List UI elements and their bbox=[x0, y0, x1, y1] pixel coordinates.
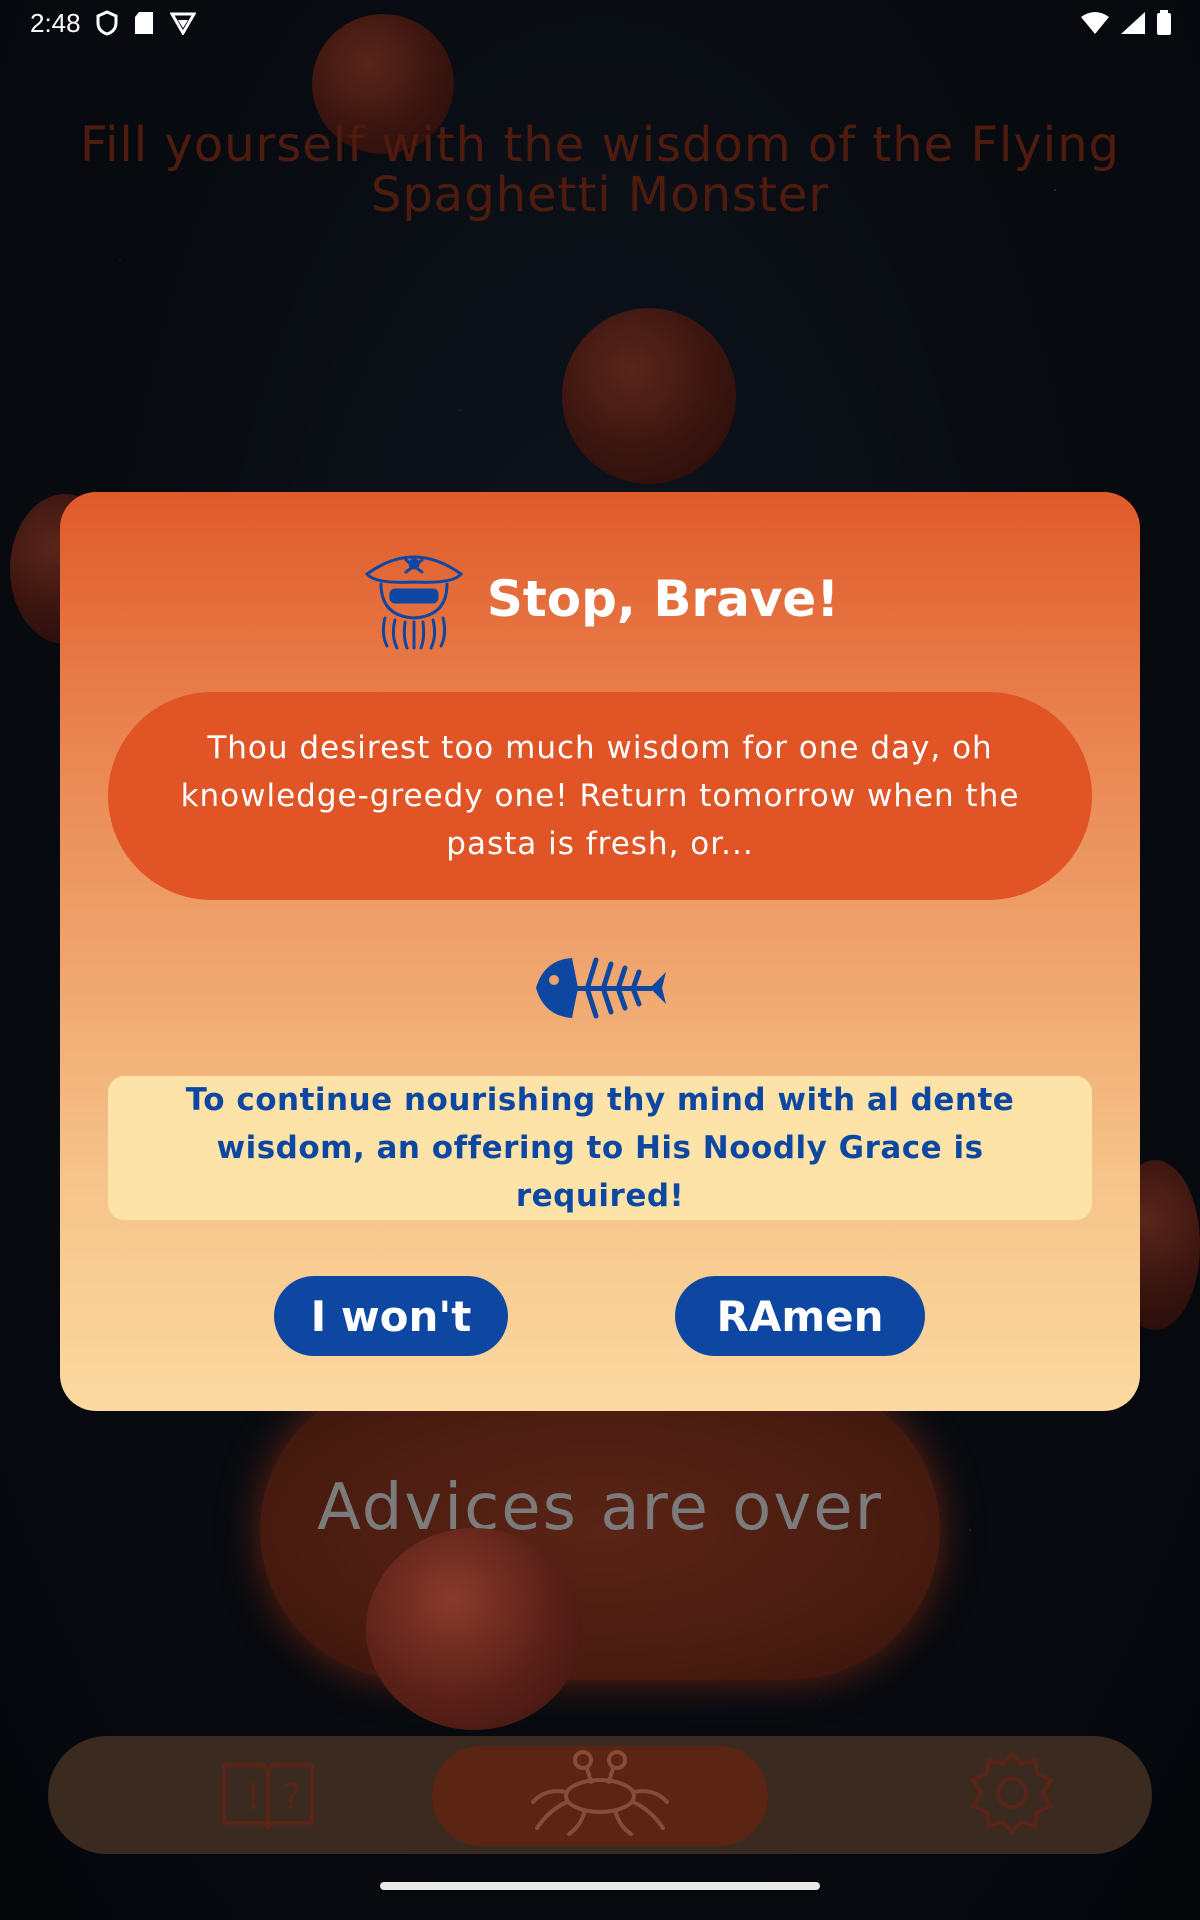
dialog-message: Thou desirest too much wisdom for one da… bbox=[180, 730, 1020, 862]
status-bar: 2:48 bbox=[0, 0, 1200, 48]
nav-item-settings[interactable] bbox=[912, 1736, 1112, 1854]
book-icon: ! ? bbox=[220, 1757, 316, 1833]
status-time: 2:48 bbox=[30, 8, 81, 38]
wifi-icon bbox=[1080, 11, 1110, 42]
dialog-header: Stop, Brave! bbox=[60, 544, 1140, 654]
bottom-navigation: ! ? bbox=[48, 1736, 1152, 1854]
nav-item-fsm[interactable] bbox=[432, 1736, 768, 1854]
home-indicator[interactable] bbox=[380, 1882, 820, 1890]
fish-skeleton-icon bbox=[534, 950, 666, 1030]
settings-gear-icon bbox=[967, 1748, 1057, 1842]
ramen-accept-button[interactable]: RAmen bbox=[675, 1276, 925, 1356]
signal-icon bbox=[1120, 11, 1146, 42]
dialog-title: Stop, Brave! bbox=[486, 570, 840, 628]
vpn-icon bbox=[169, 11, 197, 42]
svg-text:!: ! bbox=[246, 1777, 260, 1818]
decline-button[interactable]: I won't bbox=[274, 1276, 508, 1356]
offering-dialog: Stop, Brave! Thou desirest too much wisd… bbox=[60, 492, 1140, 1411]
advice-button-label: Advices are over bbox=[317, 1471, 883, 1545]
sd-card-icon bbox=[134, 11, 154, 42]
dialog-message-box: Thou desirest too much wisdom for one da… bbox=[108, 692, 1092, 900]
meatball-decoration bbox=[366, 1528, 582, 1730]
offering-text: To continue nourishing thy mind with al … bbox=[185, 1082, 1015, 1214]
offering-info-box: To continue nourishing thy mind with al … bbox=[108, 1076, 1092, 1220]
svg-text:?: ? bbox=[282, 1777, 301, 1818]
flying-spaghetti-monster-icon bbox=[525, 1748, 675, 1842]
nav-item-book[interactable]: ! ? bbox=[168, 1736, 368, 1854]
get-advice-button[interactable]: Advices are over bbox=[260, 1380, 940, 1680]
battery-icon bbox=[1156, 10, 1172, 43]
pirate-octopus-icon bbox=[361, 544, 467, 654]
shield-icon bbox=[96, 10, 118, 43]
